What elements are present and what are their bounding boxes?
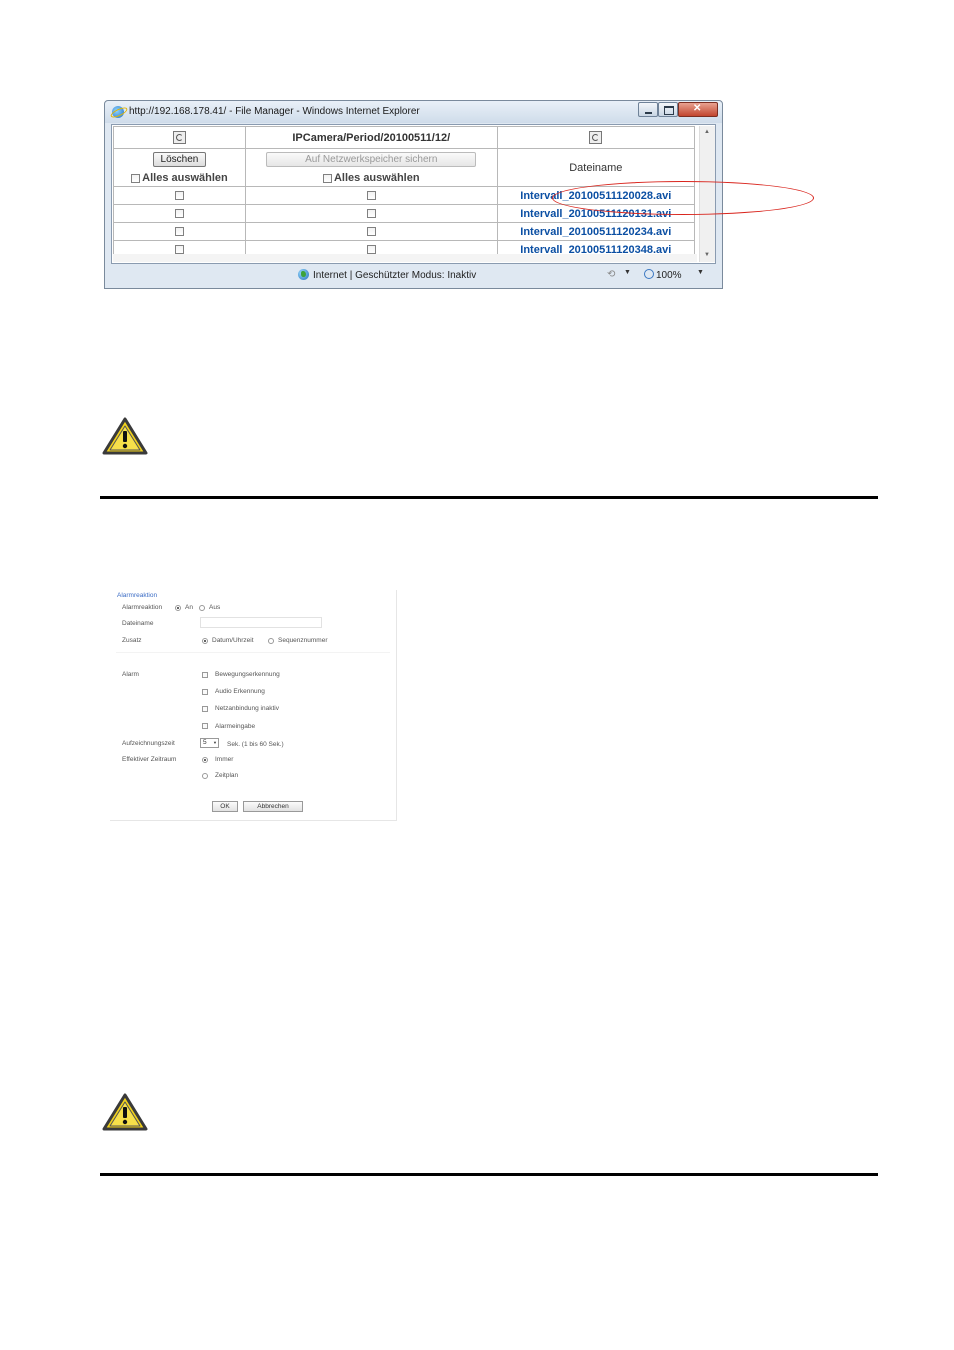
record-time-value: 5: [203, 739, 207, 746]
up-folder-icon[interactable]: [589, 131, 603, 144]
panel-title: Alarmreaktion: [117, 592, 158, 599]
nas-checkbox[interactable]: [366, 245, 376, 255]
sequence-radio[interactable]: [268, 638, 274, 644]
schedule-label: Zeitplan: [215, 772, 239, 779]
nas-save-button[interactable]: Auf Netzwerkspeicher sichern: [266, 152, 477, 167]
warning-icon: [102, 1093, 148, 1131]
cancel-button[interactable]: Abbrechen: [243, 801, 303, 812]
filename-label: Dateiname: [122, 620, 154, 627]
ie-window: http://192.168.178.41/ - File Manager - …: [104, 100, 814, 289]
header-cell: [496, 126, 696, 149]
nas-checkbox[interactable]: [366, 191, 376, 201]
nas-cell: Auf Netzwerkspeicher sichern Alles auswä…: [244, 148, 498, 187]
delete-checkbox[interactable]: [174, 227, 184, 237]
alarm-off-radio[interactable]: [199, 605, 205, 611]
select-all-checkbox[interactable]: [131, 173, 141, 183]
alarm-input-label: Alarmeingabe: [215, 723, 256, 730]
security-zone[interactable]: Internet | Geschützter Modus: Inaktiv: [313, 270, 476, 281]
always-label: Immer: [215, 756, 234, 763]
select-all-label: Alles auswählen: [142, 172, 228, 184]
alarm-on-radio[interactable]: [175, 605, 181, 611]
protected-mode-icon[interactable]: ⟲: [607, 269, 618, 280]
delete-cell: Löschen Alles auswählen: [113, 148, 246, 187]
delete-checkbox[interactable]: [174, 191, 184, 201]
network-checkbox[interactable]: [202, 706, 208, 712]
refresh-icon[interactable]: [172, 131, 186, 144]
schedule-radio[interactable]: [202, 773, 208, 779]
alarm-on-label: An: [185, 604, 193, 611]
alarm-reaction-label: Alarmreaktion: [122, 604, 163, 611]
window-title: http://192.168.178.41/ - File Manager - …: [129, 106, 420, 117]
delete-checkbox[interactable]: [174, 209, 184, 219]
filename-input[interactable]: [200, 617, 322, 628]
alarm-label: Alarm: [122, 671, 139, 678]
audio-checkbox[interactable]: [202, 689, 208, 695]
nas-checkbox[interactable]: [366, 227, 376, 237]
delete-checkbox[interactable]: [174, 245, 184, 255]
select-all-delete[interactable]: Alles auswählen: [114, 172, 245, 184]
table-row: Intervall_20100511120234.avi: [113, 222, 696, 241]
select-all-checkbox[interactable]: [322, 173, 332, 183]
maximize-button[interactable]: [658, 102, 678, 117]
network-label: Netzanbindung inaktiv: [215, 705, 279, 712]
datetime-label: Datum/Uhrzeit: [212, 637, 254, 644]
scroll-down-icon[interactable]: ▼: [704, 252, 710, 258]
alarm-off-label: Aus: [209, 604, 221, 611]
select-all-nas[interactable]: Alles auswählen: [246, 172, 497, 184]
chevron-down-icon[interactable]: ▼: [697, 269, 704, 276]
horizontal-rule: [100, 496, 878, 499]
zoom-icon[interactable]: [644, 269, 654, 279]
zoom-level[interactable]: 100%: [656, 270, 682, 281]
minimize-button[interactable]: [638, 102, 658, 117]
header-cell: [113, 126, 246, 149]
delete-button[interactable]: Löschen: [152, 152, 207, 167]
period-label: Effektiver Zeitraum: [122, 756, 177, 763]
chevron-down-icon[interactable]: ▼: [624, 269, 631, 276]
horizontal-scrollbar[interactable]: [113, 254, 697, 262]
ok-button[interactable]: OK: [212, 801, 238, 812]
internet-explorer-icon: [112, 106, 124, 118]
suffix-label: Zusatz: [122, 637, 142, 644]
globe-icon: [298, 269, 309, 280]
alarm-reaction-panel: Alarmreaktion Alarmreaktion An Aus Datei…: [110, 590, 397, 821]
record-time-unit: Sek. (1 bis 60 Sek.): [227, 741, 284, 748]
record-time-select[interactable]: 5 ▼: [200, 738, 219, 748]
file-link[interactable]: Intervall_20100511120234.avi: [520, 226, 671, 238]
nas-checkbox[interactable]: [366, 209, 376, 219]
divider: [116, 652, 390, 653]
highlight-annotation: [552, 181, 814, 215]
datetime-radio[interactable]: [202, 638, 208, 644]
chevron-down-icon: ▼: [213, 740, 217, 745]
motion-checkbox[interactable]: [202, 672, 208, 678]
horizontal-rule: [100, 1173, 878, 1176]
record-time-label: Aufzeichnungszeit: [122, 740, 175, 747]
warning-icon: [102, 417, 148, 455]
select-all-label: Alles auswählen: [333, 172, 420, 184]
always-radio[interactable]: [202, 757, 208, 763]
motion-label: Bewegungserkennung: [215, 671, 280, 678]
status-bar: Internet | Geschützter Modus: Inaktiv ⟲ …: [111, 266, 716, 286]
scroll-up-icon[interactable]: ▲: [704, 129, 710, 135]
audio-label: Audio Erkennung: [215, 688, 265, 695]
title-bar[interactable]: http://192.168.178.41/ - File Manager - …: [105, 101, 722, 123]
alarm-input-checkbox[interactable]: [202, 723, 208, 729]
sequence-label: Sequenznummer: [278, 637, 328, 644]
close-button[interactable]: [678, 102, 718, 117]
folder-path: IPCamera/Period/20100511/12/: [244, 126, 498, 149]
